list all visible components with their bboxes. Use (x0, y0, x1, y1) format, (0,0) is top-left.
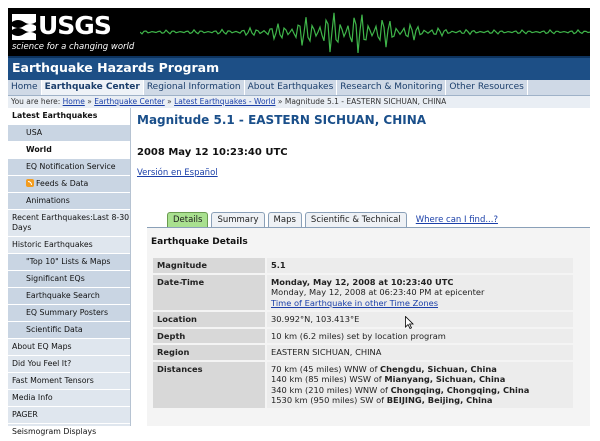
sidebar: Latest Earthquakes USA World EQ Notifica… (8, 108, 131, 441)
tab-scientific-technical[interactable]: Scientific & Technical (304, 212, 407, 227)
breadcrumb-separator: » (167, 97, 172, 106)
breadcrumb: You are here: Home » Earthquake Center »… (8, 96, 590, 108)
distance-place: Chengdu, Sichuan, China (380, 363, 497, 374)
seismogram-graphic (140, 12, 590, 53)
location-label: Location (153, 312, 265, 327)
breadcrumb-earthquake-center-link[interactable]: Earthquake Center (94, 97, 165, 106)
sidebar-item-world[interactable]: World (8, 142, 130, 159)
datetime-local: Monday, May 12, 2008 at 06:23:40 PM at e… (271, 287, 485, 297)
detail-tabs: Details Summary Maps Scientific & Techni… (167, 210, 498, 227)
breadcrumb-separator: » (277, 97, 283, 106)
table-row: Location 30.992°N, 103.413°E (153, 312, 573, 327)
sidebar-item-recent-earthquakes[interactable]: Recent Earthquakes:Last 8-30 Days (8, 210, 130, 237)
distance-place: BEIJING, Beijing, China (386, 395, 493, 405)
sidebar-item-seismogram-displays[interactable]: Seismogram Displays (8, 424, 130, 441)
table-row: Distances 70 km (45 miles) WNW of Chengd… (153, 361, 573, 408)
sidebar-item-pager[interactable]: PAGER (8, 407, 130, 424)
header-banner: USGS science for a changing world (8, 8, 590, 56)
earthquake-details-table: Magnitude 5.1 Date-Time Monday, May 12, … (151, 256, 575, 410)
program-title-bar: Earthquake Hazards Program (8, 56, 590, 80)
sidebar-item-did-you-feel-it[interactable]: Did You Feel It? (8, 356, 130, 373)
logo-tagline: science for a changing world (12, 42, 135, 52)
depth-label: Depth (153, 328, 265, 343)
page: USGS science for a changing world Earthq… (0, 0, 600, 441)
nav-about-earthquakes[interactable]: About Earthquakes (245, 80, 338, 95)
usgs-logo[interactable]: USGS science for a changing world (8, 8, 140, 56)
time-zones-link[interactable]: Time of Earthquake in other Time Zones (271, 298, 438, 308)
distance-line: 340 km (210 miles) WNW of Chongqing, Cho… (271, 385, 569, 396)
datetime-value: Monday, May 12, 2008 at 10:23:40 UTC Mon… (267, 274, 573, 310)
table-row: Magnitude 5.1 (153, 258, 573, 273)
distances-value: 70 km (45 miles) WNW of Chengdu, Sichuan… (267, 361, 573, 408)
tab-summary[interactable]: Summary (211, 212, 265, 227)
distances-label: Distances (153, 361, 265, 408)
sidebar-item-significant-eqs[interactable]: Significant EQs (8, 271, 130, 288)
breadcrumb-home-link[interactable]: Home (63, 97, 85, 106)
distance-line: 70 km (45 miles) WNW of Chengdu, Sichuan… (271, 364, 569, 375)
details-panel: Earthquake Details Magnitude 5.1 Date-Ti… (147, 228, 590, 426)
sidebar-item-eq-summary-posters[interactable]: EQ Summary Posters (8, 305, 130, 322)
sidebar-item-earthquake-search[interactable]: Earthquake Search (8, 288, 130, 305)
distance-text: 140 km (85 miles) WSW of (271, 374, 385, 384)
details-heading: Earthquake Details (151, 237, 248, 247)
datetime-label: Date-Time (153, 274, 265, 310)
location-value: 30.992°N, 103.413°E (267, 312, 573, 327)
breadcrumb-prefix: You are here: (11, 97, 61, 106)
depth-value: 10 km (6.2 miles) set by location progra… (267, 328, 573, 343)
distance-text: 340 km (210 miles) WNW of (271, 384, 391, 395)
distance-place: Chongqing, Chongqing, China (390, 384, 530, 395)
nav-regional-information[interactable]: Regional Information (144, 80, 245, 95)
region-value: EASTERN SICHUAN, CHINA (267, 345, 573, 360)
sidebar-item-media-info[interactable]: Media Info (8, 390, 130, 407)
breadcrumb-current: Magnitude 5.1 - EASTERN SICHUAN, CHINA (284, 97, 447, 106)
distance-text: 1530 km (950 miles) SW of (271, 395, 387, 405)
distance-text: 70 km (45 miles) WNW of (271, 363, 381, 374)
rss-icon (26, 179, 34, 187)
event-datetime: 2008 May 12 10:23:40 UTC (137, 147, 288, 158)
program-title[interactable]: Earthquake Hazards Program (12, 60, 219, 75)
distance-line: 1530 km (950 miles) SW of BEIJING, Beiji… (271, 395, 569, 406)
sidebar-item-eq-notification-service[interactable]: EQ Notification Service (8, 159, 130, 176)
table-row: Depth 10 km (6.2 miles) set by location … (153, 328, 573, 343)
sidebar-item-label: Feeds & Data (36, 179, 89, 188)
page-title: Magnitude 5.1 - EASTERN SICHUAN, CHINA (137, 113, 427, 127)
logo-text: USGS (38, 11, 112, 40)
tab-maps[interactable]: Maps (267, 212, 302, 227)
datetime-utc: Monday, May 12, 2008 at 10:23:40 UTC (271, 276, 454, 287)
breadcrumb-latest-world-link[interactable]: Latest Earthquakes - World (174, 97, 275, 106)
top-nav: Home Earthquake Center Regional Informat… (8, 80, 590, 96)
sidebar-item-historic-earthquakes[interactable]: Historic Earthquakes (8, 237, 130, 254)
table-row: Region EASTERN SICHUAN, CHINA (153, 345, 573, 360)
nav-other-resources[interactable]: Other Resources (446, 80, 528, 95)
sidebar-item-latest-earthquakes[interactable]: Latest Earthquakes (8, 108, 130, 125)
breadcrumb-separator: » (87, 97, 92, 106)
sidebar-item-usa[interactable]: USA (8, 125, 130, 142)
where-can-i-find-link[interactable]: Where can I find...? (416, 215, 498, 227)
sidebar-item-top-10-lists[interactable]: "Top 10" Lists & Maps (8, 254, 130, 271)
sidebar-item-about-eq-maps[interactable]: About EQ Maps (8, 339, 130, 356)
sidebar-item-fast-moment-tensors[interactable]: Fast Moment Tensors (8, 373, 130, 390)
nav-earthquake-center[interactable]: Earthquake Center (41, 80, 144, 95)
nav-home[interactable]: Home (8, 80, 42, 95)
sidebar-item-animations[interactable]: Animations (8, 193, 130, 210)
table-row: Date-Time Monday, May 12, 2008 at 10:23:… (153, 274, 573, 310)
spanish-version-link[interactable]: Versión en Español (137, 168, 218, 178)
mouse-pointer-icon (405, 316, 414, 329)
main-content: Magnitude 5.1 - EASTERN SICHUAN, CHINA 2… (137, 110, 590, 426)
sidebar-item-feeds-data[interactable]: Feeds & Data (8, 176, 130, 193)
distance-line: 140 km (85 miles) WSW of Mianyang, Sichu… (271, 374, 569, 385)
usgs-wave-icon (12, 14, 36, 40)
nav-research-monitoring[interactable]: Research & Monitoring (337, 80, 447, 95)
magnitude-value: 5.1 (267, 258, 573, 273)
region-label: Region (153, 345, 265, 360)
magnitude-label: Magnitude (153, 258, 265, 273)
sidebar-item-scientific-data[interactable]: Scientific Data (8, 322, 130, 339)
tab-details[interactable]: Details (167, 212, 209, 227)
distance-place: Mianyang, Sichuan, China (384, 374, 506, 384)
